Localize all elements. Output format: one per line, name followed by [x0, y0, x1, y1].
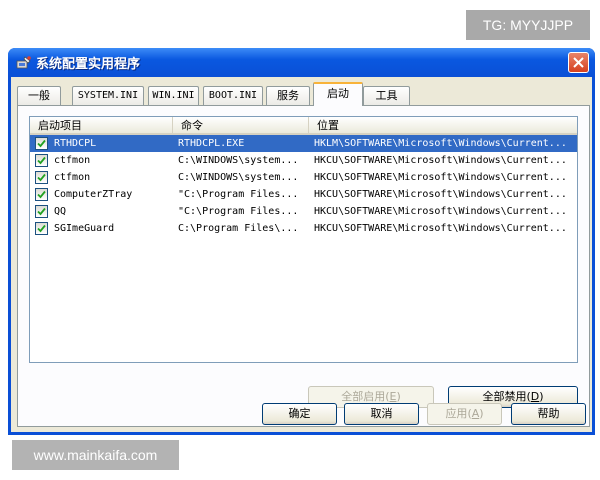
ok-button[interactable]: 确定: [262, 403, 337, 425]
disable-all-label: 全部禁用: [482, 390, 527, 403]
cancel-button[interactable]: 取消: [344, 403, 419, 425]
column-header-location[interactable]: 位置: [309, 117, 577, 135]
table-row[interactable]: ctfmon C:\WINDOWS\system... HKCU\SOFTWAR…: [30, 169, 577, 186]
check-icon: [37, 139, 46, 148]
tab-system-ini[interactable]: SYSTEM.INI: [72, 86, 144, 105]
window-title: 系统配置实用程序: [36, 57, 141, 72]
close-button[interactable]: [568, 52, 589, 73]
row-checkbox[interactable]: [35, 154, 48, 167]
startup-item-location: HKCU\SOFTWARE\Microsoft\Windows\Current.…: [314, 172, 567, 183]
startup-panel: 启动项目 命令 位置 RTHDCPL RTHDCPL.EXE HKLM\SOFT…: [17, 105, 590, 427]
startup-item-name: RTHDCPL: [54, 135, 172, 152]
row-checkbox[interactable]: [35, 222, 48, 235]
tab-win-ini[interactable]: WIN.INI: [148, 86, 199, 105]
msconfig-window: 系统配置实用程序 一般 SYSTEM.INI WIN.INI BOOT.INI …: [8, 48, 595, 435]
tab-services[interactable]: 服务: [266, 86, 310, 105]
startup-item-name: ctfmon: [54, 172, 91, 183]
tab-startup[interactable]: 启动: [313, 82, 363, 106]
watermark-bottom: www.mainkaifa.com: [12, 440, 179, 470]
enable-all-label: 全部启用: [341, 390, 386, 403]
apply-accesskey: A: [471, 407, 480, 420]
startup-item-command: C:\Program Files\...: [178, 223, 299, 234]
table-row[interactable]: SGImeGuard C:\Program Files\... HKCU\SOF…: [30, 220, 577, 237]
row-checkbox[interactable]: [35, 188, 48, 201]
row-checkbox[interactable]: [35, 137, 48, 150]
row-checkbox[interactable]: [35, 205, 48, 218]
table-row[interactable]: QQ "C:\Program Files... HKCU\SOFTWARE\Mi…: [30, 203, 577, 220]
msconfig-app-icon: [16, 55, 32, 70]
startup-item-command: RTHDCPL.EXE: [178, 135, 303, 152]
startup-item-location: HKLM\SOFTWARE\Microsoft\Windows\Current.…: [314, 135, 576, 152]
help-button[interactable]: 帮助: [511, 403, 586, 425]
startup-item-command: C:\WINDOWS\system...: [178, 172, 299, 183]
tab-tools[interactable]: 工具: [363, 86, 410, 105]
column-header-startup-item[interactable]: 启动项目: [30, 117, 173, 135]
startup-item-command: C:\WINDOWS\system...: [178, 155, 299, 166]
startup-list[interactable]: 启动项目 命令 位置 RTHDCPL RTHDCPL.EXE HKLM\SOFT…: [29, 116, 578, 363]
dialog-client-area: 一般 SYSTEM.INI WIN.INI BOOT.INI 服务 启动 工具 …: [11, 77, 592, 432]
startup-item-command: "C:\Program Files...: [178, 206, 299, 217]
table-row[interactable]: RTHDCPL RTHDCPL.EXE HKLM\SOFTWARE\Micros…: [30, 135, 577, 152]
startup-item-name: SGImeGuard: [54, 223, 115, 234]
disable-all-accesskey: D: [530, 390, 540, 403]
close-icon: [573, 57, 584, 68]
startup-item-location: HKCU\SOFTWARE\Microsoft\Windows\Current.…: [314, 206, 567, 217]
table-row[interactable]: ctfmon C:\WINDOWS\system... HKCU\SOFTWAR…: [30, 152, 577, 169]
table-row[interactable]: ComputerZTray "C:\Program Files... HKCU\…: [30, 186, 577, 203]
check-icon: [37, 207, 46, 216]
check-icon: [37, 156, 46, 165]
startup-item-name: ComputerZTray: [54, 189, 133, 200]
startup-item-location: HKCU\SOFTWARE\Microsoft\Windows\Current.…: [314, 189, 567, 200]
check-icon: [37, 190, 46, 199]
tab-general[interactable]: 一般: [17, 86, 61, 105]
startup-item-location: HKCU\SOFTWARE\Microsoft\Windows\Current.…: [314, 223, 567, 234]
check-icon: [37, 224, 46, 233]
tab-boot-ini[interactable]: BOOT.INI: [203, 86, 263, 105]
enable-all-accesskey: E: [389, 390, 397, 403]
startup-item-command: "C:\Program Files...: [178, 189, 299, 200]
column-header-command[interactable]: 命令: [173, 117, 309, 135]
startup-item-name: ctfmon: [54, 155, 91, 166]
startup-item-name: QQ: [54, 206, 67, 217]
startup-item-location: HKCU\SOFTWARE\Microsoft\Windows\Current.…: [314, 155, 567, 166]
title-bar[interactable]: 系统配置实用程序: [8, 48, 595, 77]
check-icon: [37, 173, 46, 182]
apply-label: 应用: [445, 407, 468, 420]
apply-button[interactable]: 应用(A): [427, 403, 502, 425]
row-checkbox[interactable]: [35, 171, 48, 184]
list-header: 启动项目 命令 位置: [30, 117, 577, 135]
watermark-top: TG: MYYJJPP: [466, 10, 590, 40]
